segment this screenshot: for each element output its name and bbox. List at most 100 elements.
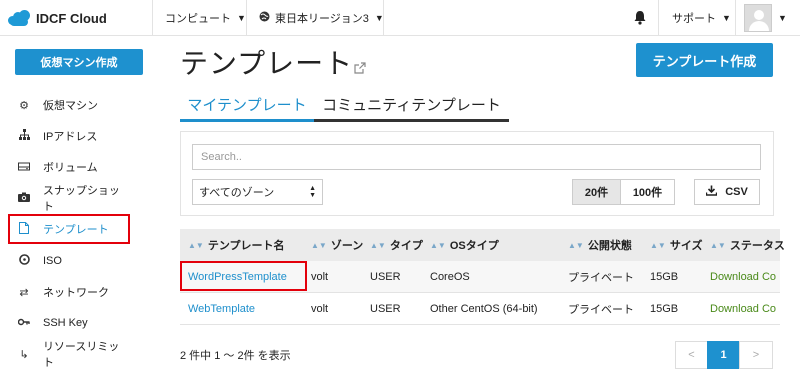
nav-divider bbox=[152, 0, 153, 36]
column-header-type[interactable]: ▲▼ タイプ bbox=[370, 229, 423, 261]
template-name-link[interactable]: WebTemplate bbox=[188, 293, 255, 325]
column-header-status[interactable]: ▲▼ ステータス bbox=[710, 229, 785, 261]
sidebar-item-volume[interactable]: ボリューム bbox=[8, 152, 130, 182]
sidebar-item-label: 仮想マシン bbox=[43, 100, 98, 112]
sort-icon: ▲▼ bbox=[188, 240, 204, 250]
zone-select-value: すべてのゾーン bbox=[199, 187, 275, 199]
disc-icon bbox=[16, 254, 32, 268]
top-bar: IDCF Cloud コンピュート ▼ 東日本リージョン3 ▼ サポート ▼ ▼ bbox=[0, 0, 800, 36]
document-icon bbox=[16, 221, 32, 237]
select-arrows-icon: ▲ ▼ bbox=[309, 185, 316, 199]
column-label: ステータス bbox=[729, 240, 785, 252]
sidebar-item-label: ボリューム bbox=[43, 162, 98, 174]
sidebar-item-ip[interactable]: IPアドレス bbox=[8, 121, 130, 151]
zone-cell: volt bbox=[311, 271, 329, 283]
column-header-zone[interactable]: ▲▼ ゾーン bbox=[311, 229, 363, 261]
sidebar-item-snapshot[interactable]: スナップショット bbox=[8, 183, 130, 213]
pagination-next[interactable]: > bbox=[739, 341, 773, 369]
sidebar-item-label: リソースリミット bbox=[42, 341, 120, 369]
filter-panel: Search.. すべてのゾーン ▲ ▼ 20件 100件 CSV bbox=[180, 131, 774, 216]
sidebar-item-label: ネットワーク bbox=[43, 287, 109, 299]
sidebar-item-label: IPアドレス bbox=[43, 131, 98, 143]
chevron-down-icon: ▼ bbox=[722, 13, 731, 23]
sidebar-item-network[interactable]: ⇄ ネットワーク bbox=[8, 277, 130, 307]
visibility-cell: プライベート bbox=[568, 272, 634, 284]
compute-menu[interactable]: コンピュート ▼ bbox=[165, 0, 246, 36]
sidebar-item-resource-limit[interactable]: ↳ リソースリミット bbox=[8, 339, 130, 369]
column-header-name[interactable]: ▲▼ テンプレート名 bbox=[188, 229, 285, 261]
column-label: テンプレート名 bbox=[207, 240, 285, 252]
network-tree-icon bbox=[16, 129, 32, 143]
column-label: OSタイプ bbox=[449, 240, 499, 252]
page-title: テンプレート bbox=[180, 48, 354, 79]
sidebar-item-label: スナップショット bbox=[42, 185, 120, 213]
sort-icon: ▲▼ bbox=[650, 240, 666, 250]
nav-divider bbox=[735, 0, 736, 36]
zone-cell: volt bbox=[311, 303, 329, 315]
sort-icon: ▲▼ bbox=[311, 240, 327, 250]
nav-divider bbox=[246, 0, 247, 36]
search-input[interactable]: Search.. bbox=[192, 144, 761, 170]
sidebar-item-label: ISO bbox=[43, 255, 62, 267]
create-template-button[interactable]: テンプレート作成 bbox=[636, 43, 773, 77]
column-header-os-type[interactable]: ▲▼ OSタイプ bbox=[430, 229, 499, 261]
csv-download-button[interactable]: CSV bbox=[694, 179, 760, 205]
table-header: ▲▼ テンプレート名 ▲▼ ゾーン ▲▼ タイプ ▲▼ OSタイプ ▲▼ 公開状態 ▲▼ サ… bbox=[180, 229, 785, 261]
sidebar-item-sshkey[interactable]: SSH Key bbox=[8, 308, 130, 338]
create-vm-button[interactable]: 仮想マシン作成 bbox=[15, 49, 143, 75]
column-label: ゾーン bbox=[330, 240, 364, 252]
pagination-prev[interactable]: < bbox=[675, 341, 708, 369]
support-menu-label: サポート bbox=[672, 13, 716, 25]
chevron-down-icon[interactable]: ▼ bbox=[778, 13, 787, 23]
compute-menu-label: コンピュート bbox=[165, 13, 231, 25]
column-label: タイプ bbox=[389, 240, 423, 252]
sidebar-item-iso[interactable]: ISO bbox=[8, 246, 130, 276]
region-menu-label: 東日本リージョン3 bbox=[275, 13, 369, 25]
camera-icon bbox=[16, 192, 32, 205]
page-size-20-button[interactable]: 20件 bbox=[572, 179, 621, 205]
type-cell: USER bbox=[370, 303, 401, 315]
status-cell: Download Co bbox=[710, 303, 777, 315]
column-label: サイズ bbox=[669, 240, 703, 252]
external-link-icon[interactable] bbox=[354, 62, 366, 74]
shuffle-icon: ⇄ bbox=[19, 286, 29, 299]
nav-divider bbox=[383, 0, 384, 36]
table-row[interactable]: WebTemplate volt USER Other CentOS (64-b… bbox=[180, 293, 780, 325]
table-row[interactable]: WordPressTemplate volt USER CoreOS プライベー… bbox=[180, 261, 780, 293]
column-header-size[interactable]: ▲▼ サイズ bbox=[650, 229, 703, 261]
visibility-cell: プライベート bbox=[568, 304, 634, 316]
avatar[interactable] bbox=[744, 4, 772, 32]
column-header-visibility[interactable]: ▲▼ 公開状態 bbox=[568, 229, 632, 261]
level-up-icon: ↳ bbox=[19, 348, 29, 361]
type-cell: USER bbox=[370, 271, 401, 283]
support-menu[interactable]: サポート ▼ bbox=[672, 0, 731, 36]
sidebar-item-label: SSH Key bbox=[43, 317, 88, 329]
bell-icon[interactable] bbox=[633, 10, 647, 25]
pagination-current-page[interactable]: 1 bbox=[707, 341, 740, 369]
tab-community-templates[interactable]: コミュニティテンプレート bbox=[314, 90, 509, 122]
chevron-down-icon: ▼ bbox=[237, 13, 246, 23]
wrench-gear-icon: ⚙ bbox=[19, 99, 29, 112]
nav-divider bbox=[658, 0, 659, 36]
sort-icon: ▲▼ bbox=[370, 240, 386, 250]
sidebar-item-label: テンプレート bbox=[43, 224, 109, 236]
key-icon bbox=[16, 317, 32, 330]
sidebar-item-vm[interactable]: ⚙ 仮想マシン bbox=[8, 90, 130, 120]
template-name-link[interactable]: WordPressTemplate bbox=[188, 261, 287, 293]
csv-label: CSV bbox=[725, 186, 748, 198]
sort-icon: ▲▼ bbox=[710, 240, 726, 250]
region-menu[interactable]: 東日本リージョン3 ▼ bbox=[259, 0, 384, 36]
column-label: 公開状態 bbox=[587, 240, 632, 252]
status-cell: Download Co bbox=[710, 271, 777, 283]
zone-select[interactable]: すべてのゾーン ▲ ▼ bbox=[192, 179, 323, 205]
tab-my-templates[interactable]: マイテンプレート bbox=[180, 90, 314, 122]
brand-name: IDCF Cloud bbox=[36, 10, 107, 26]
sidebar-item-template[interactable]: テンプレート bbox=[8, 214, 130, 244]
sidebar: 仮想マシン作成 ⚙ 仮想マシン IPアドレス ボリューム スナップショット テン… bbox=[0, 37, 160, 375]
size-cell: 15GB bbox=[650, 303, 679, 315]
globe-icon bbox=[259, 11, 270, 25]
os-type-cell: CoreOS bbox=[430, 271, 470, 283]
logo[interactable]: IDCF Cloud bbox=[8, 6, 107, 30]
sort-icon: ▲▼ bbox=[430, 240, 446, 250]
page-size-100-button[interactable]: 100件 bbox=[620, 179, 675, 205]
